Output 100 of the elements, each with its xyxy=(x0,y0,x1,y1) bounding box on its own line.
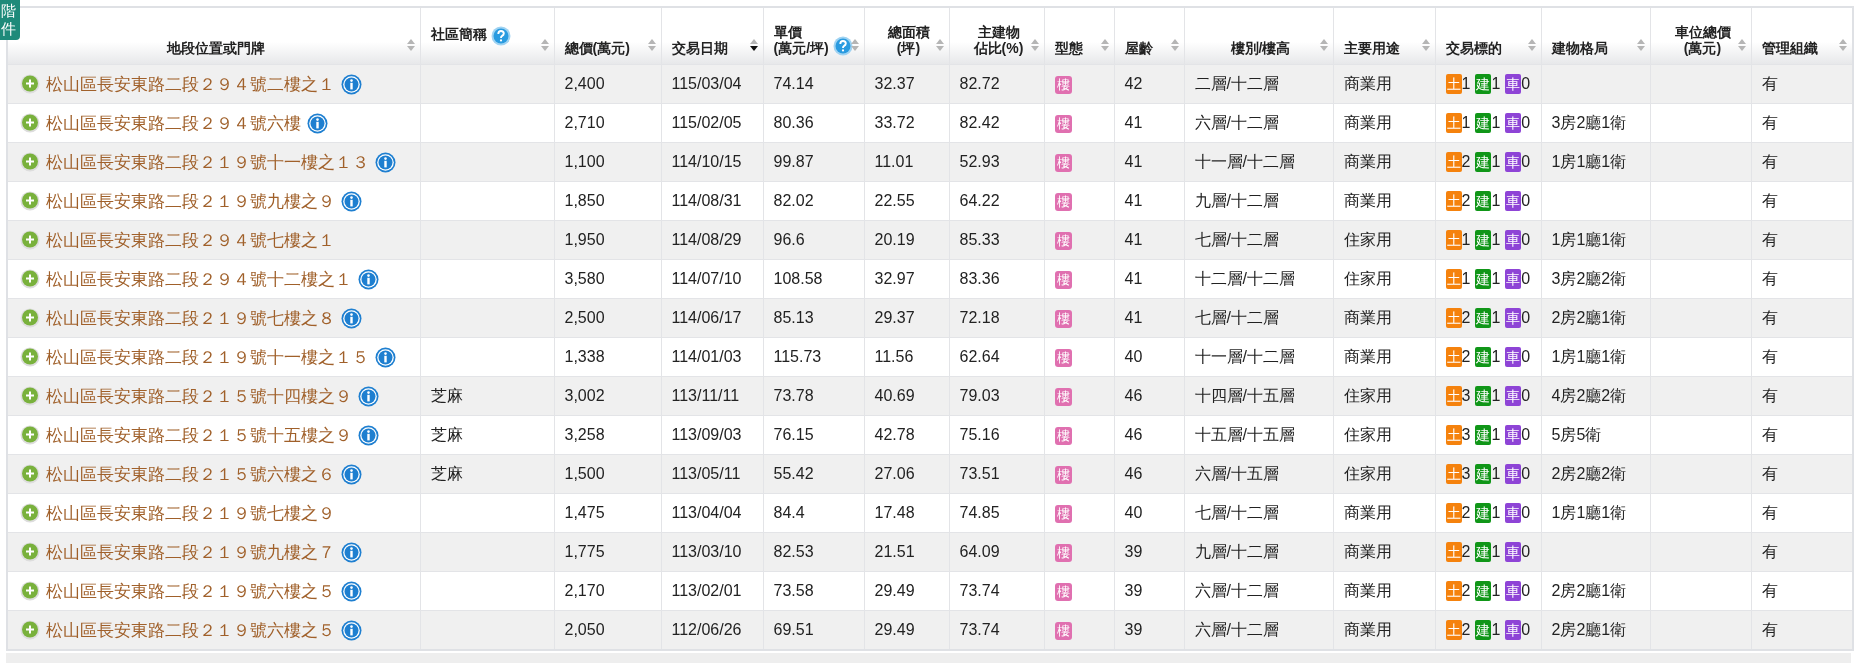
table-cell: 29.49 xyxy=(864,610,949,650)
count-text: 2 xyxy=(1461,543,1471,561)
address-link[interactable]: 松山區長安東路二段２１５號十四樓之９ xyxy=(46,384,352,408)
column-label[interactable]: 交易日期 xyxy=(671,40,728,56)
column-label[interactable]: 屋齡 xyxy=(1124,40,1153,56)
count-text: 0 xyxy=(1521,465,1531,483)
table-cell: 3,580 xyxy=(554,259,661,299)
table-cell: 114/07/10 xyxy=(661,259,763,299)
category-tag: 土 xyxy=(1445,308,1462,328)
address-link[interactable]: 松山區長安東路二段２１９號七樓之８ xyxy=(46,306,335,330)
column-label[interactable]: 型態 xyxy=(1054,40,1083,56)
table-cell: 六層/十二層 xyxy=(1184,103,1333,143)
count-text: 0 xyxy=(1521,621,1531,639)
address-link[interactable]: 松山區長安東路二段２９４號七樓之１ xyxy=(46,228,335,252)
category-tag: 車 xyxy=(1505,503,1522,523)
category-tag: 土 xyxy=(1445,191,1462,211)
table-cell: 商業用 xyxy=(1333,298,1435,338)
category-tag: 車 xyxy=(1505,269,1522,289)
count-text: 1 xyxy=(1461,75,1471,93)
category-tag: 建 xyxy=(1475,464,1492,484)
table-cell: 1,500 xyxy=(554,454,661,494)
address-link[interactable]: 松山區長安東路二段２９４號十二樓之１ xyxy=(46,267,352,291)
table-cell: 21.51 xyxy=(864,532,949,572)
table-cell: 二層/十二層 xyxy=(1184,64,1333,104)
address-link[interactable]: 松山區長安東路二段２１９號九樓之７ xyxy=(46,540,335,564)
column-label[interactable]: 交易標的 xyxy=(1445,40,1502,56)
count-text: 2 xyxy=(1461,309,1471,327)
table-cell: 99.87 xyxy=(763,142,864,182)
column-label[interactable]: 管理組織 xyxy=(1761,40,1818,56)
category-tag: 車 xyxy=(1505,464,1522,484)
type-tag: 樓 xyxy=(1054,153,1072,172)
table-cell: 2房2廳1衛 xyxy=(1541,571,1650,611)
column-label[interactable]: 地段位置或門牌 xyxy=(166,40,265,56)
table-cell: 41 xyxy=(1114,181,1184,221)
count-text: 2 xyxy=(1461,153,1471,171)
column-label[interactable]: 樓別/樓高 xyxy=(1230,40,1291,56)
address-link[interactable]: 松山區長安東路二段２１５號十五樓之９ xyxy=(46,423,352,447)
table-cell: 113/04/04 xyxy=(661,493,763,533)
table-cell: 有 xyxy=(1751,142,1853,182)
count-text: 3 xyxy=(1461,426,1471,444)
table-cell: 有 xyxy=(1751,415,1853,455)
type-tag: 樓 xyxy=(1054,465,1072,484)
category-tag: 土 xyxy=(1445,269,1462,289)
table-cell: 82.02 xyxy=(763,181,864,221)
table-cell: 17.48 xyxy=(864,493,949,533)
table-cell: 商業用 xyxy=(1333,571,1435,611)
count-text: 2 xyxy=(1461,348,1471,366)
column-label[interactable]: 車位總價 (萬元) xyxy=(1674,24,1731,56)
category-tag: 建 xyxy=(1475,581,1492,601)
count-text: 2 xyxy=(1461,192,1471,210)
table-cell: 商業用 xyxy=(1333,532,1435,572)
table-cell: 55.42 xyxy=(763,454,864,494)
column-label[interactable]: 主要用途 xyxy=(1343,40,1400,56)
address-link[interactable]: 松山區長安東路二段２１９號九樓之９ xyxy=(46,189,335,213)
table-cell: 1房1廳1衛 xyxy=(1541,337,1650,377)
category-tag: 車 xyxy=(1505,347,1522,367)
table-cell: 41 xyxy=(1114,220,1184,260)
count-text: 2 xyxy=(1461,504,1471,522)
category-tag: 車 xyxy=(1505,425,1522,445)
column-label[interactable]: 總價(萬元) xyxy=(564,40,630,56)
table-cell: 113/05/11 xyxy=(661,454,763,494)
count-text: 0 xyxy=(1521,309,1531,327)
count-text: 1 xyxy=(1491,426,1501,444)
address-link[interactable]: 松山區長安東路二段２１９號七樓之９ xyxy=(46,501,335,525)
category-tag: 車 xyxy=(1505,620,1522,640)
address-link[interactable]: 松山區長安東路二段２１９號十一樓之１５ xyxy=(46,345,369,369)
table-cell: 2,500 xyxy=(554,298,661,338)
address-link[interactable]: 松山區長安東路二段２１９號六樓之５ xyxy=(46,579,335,603)
table-cell: 46 xyxy=(1114,415,1184,455)
count-text: 1 xyxy=(1461,270,1471,288)
column-label[interactable]: 總面積 (坪) xyxy=(887,24,930,56)
column-label[interactable]: 建物格局 xyxy=(1551,40,1608,56)
table-cell: 41 xyxy=(1114,103,1184,143)
type-tag: 樓 xyxy=(1054,426,1072,445)
category-tag: 建 xyxy=(1475,503,1492,523)
count-text: 1 xyxy=(1461,114,1471,132)
table-cell: 1房1廳1衛 xyxy=(1541,220,1650,260)
column-label[interactable]: 單價 (萬元/坪) xyxy=(773,24,829,56)
address-link[interactable]: 松山區長安東路二段２１９號十一樓之１３ xyxy=(46,150,369,174)
count-text: 0 xyxy=(1521,153,1531,171)
table-cell: 2,400 xyxy=(554,64,661,104)
table-cell: 3房2廳1衛 xyxy=(1541,103,1650,143)
address-link[interactable]: 松山區長安東路二段２１９號六樓之５ xyxy=(46,618,335,642)
count-text: 1 xyxy=(1491,231,1501,249)
count-text: 1 xyxy=(1491,270,1501,288)
address-link[interactable]: 松山區長安東路二段２１５號六樓之６ xyxy=(46,462,335,486)
table-cell: 九層/十二層 xyxy=(1184,532,1333,572)
table-cell: 芝麻 xyxy=(420,415,554,455)
table-cell: 七層/十二層 xyxy=(1184,493,1333,533)
count-text: 1 xyxy=(1491,153,1501,171)
address-link[interactable]: 松山區長安東路二段２９４號六樓 xyxy=(46,111,301,135)
column-label[interactable]: 主建物 佔比(%) xyxy=(973,24,1024,56)
table-cell: 有 xyxy=(1751,220,1853,260)
filter-tab[interactable]: 階 件 xyxy=(0,0,20,40)
table-cell: 商業用 xyxy=(1333,610,1435,650)
category-tag: 土 xyxy=(1445,620,1462,640)
column-label[interactable]: 社區簡稱 xyxy=(430,26,487,42)
address-link[interactable]: 松山區長安東路二段２９４號二樓之１ xyxy=(46,72,335,96)
table-cell: 39 xyxy=(1114,571,1184,611)
table-cell: 39 xyxy=(1114,532,1184,572)
